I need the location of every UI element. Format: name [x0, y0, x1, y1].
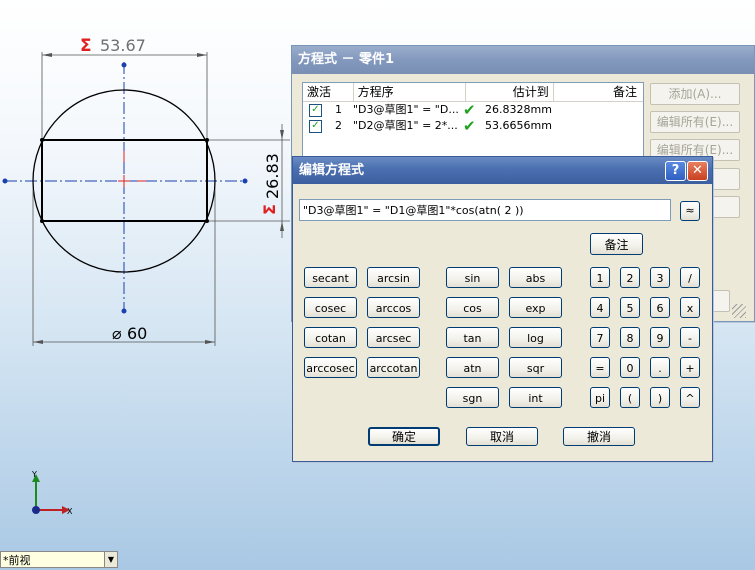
edit-equation-title: 编辑方程式 — [293, 157, 712, 184]
key-minus[interactable]: - — [680, 327, 700, 348]
key-open-paren[interactable]: ( — [620, 387, 640, 408]
view-name: *前视 — [3, 554, 31, 567]
col-notes[interactable]: 备注 — [554, 83, 643, 101]
int-button[interactable]: int — [509, 387, 562, 408]
row-equation: "D2@草图1" = 2*... — [353, 119, 458, 132]
collapse-button[interactable]: ≈ — [680, 201, 700, 221]
tan-button[interactable]: tan — [446, 327, 499, 348]
equations-dialog-title: 方程式 － 零件1 — [292, 46, 754, 74]
abs-button[interactable]: abs — [509, 267, 562, 288]
key-0[interactable]: 0 — [620, 357, 640, 378]
close-button[interactable]: ✕ — [687, 161, 708, 181]
arccosec-button[interactable]: arccosec — [304, 357, 357, 378]
atn-button[interactable]: atn — [446, 357, 499, 378]
sin-button[interactable]: sin — [446, 267, 499, 288]
edit-equation-dialog: 编辑方程式 ? ✕ "D3@草图1" = "D1@草图1"*cos(atn( 2… — [292, 156, 713, 462]
check-icon: ✔ — [463, 117, 476, 135]
x-axis-label: X — [67, 507, 73, 516]
key-dot[interactable]: . — [650, 357, 670, 378]
undo-button[interactable]: 撤消 — [563, 427, 635, 446]
note-button[interactable]: 备注 — [590, 233, 643, 255]
row-number: 1 — [335, 103, 342, 116]
key-close-paren[interactable]: ) — [650, 387, 670, 408]
key-power[interactable]: ^ — [680, 387, 700, 408]
add-button[interactable]: 添加(A)... — [650, 83, 740, 105]
table-row[interactable]: ✓ 2 "D2@草图1" = 2*... ✔ 53.6656mm — [303, 118, 643, 134]
col-equation[interactable]: 方程序 — [354, 83, 466, 101]
key-plus[interactable]: + — [680, 357, 700, 378]
check-icon: ✔ — [463, 101, 476, 119]
dim-top-value: 53.67 — [100, 36, 146, 55]
sgn-button[interactable]: sgn — [446, 387, 499, 408]
key-equals[interactable]: = — [590, 357, 610, 378]
key-3[interactable]: 3 — [650, 267, 670, 288]
sigma-top: Σ — [80, 36, 92, 56]
centerline-endpoint — [121, 62, 127, 68]
chevron-down-icon[interactable]: ▼ — [104, 552, 117, 567]
exp-button[interactable]: exp — [509, 297, 562, 318]
cotan-button[interactable]: cotan — [304, 327, 357, 348]
col-active[interactable]: 激活 — [303, 83, 354, 101]
key-1[interactable]: 1 — [590, 267, 610, 288]
diameter-symbol: ⌀ — [112, 324, 122, 343]
key-multiply[interactable]: x — [680, 297, 700, 318]
sketch-canvas[interactable]: Σ 53.67 26.83 Σ ⌀ 60 — [0, 0, 300, 360]
centerline-endpoint — [2, 178, 8, 184]
side-button[interactable] — [712, 196, 740, 218]
arcsec-button[interactable]: arcsec — [367, 327, 420, 348]
y-axis-label: Y — [31, 470, 37, 479]
dim-right-value: 26.83 — [263, 153, 282, 199]
equation-input[interactable]: "D3@草图1" = "D1@草图1"*cos(atn( 2 )) — [299, 199, 671, 221]
sigma-right: Σ — [260, 204, 279, 215]
row-number: 2 — [335, 119, 342, 132]
centerline-endpoint — [121, 308, 127, 314]
key-7[interactable]: 7 — [590, 327, 610, 348]
arccos-button[interactable]: arccos — [367, 297, 420, 318]
dim-bottom-value: 60 — [127, 324, 147, 343]
key-5[interactable]: 5 — [620, 297, 640, 318]
axis-triad: Y X — [31, 470, 73, 516]
key-6[interactable]: 6 — [650, 297, 670, 318]
ok-button[interactable]: 确定 — [368, 427, 440, 446]
active-checkbox[interactable]: ✓ — [309, 120, 322, 133]
resize-grip[interactable] — [732, 304, 746, 318]
key-pi[interactable]: pi — [590, 387, 610, 408]
arcsin-button[interactable]: arcsin — [367, 267, 420, 288]
active-checkbox[interactable]: ✓ — [309, 104, 322, 117]
cosec-button[interactable]: cosec — [304, 297, 357, 318]
cancel-button[interactable]: 取消 — [466, 427, 538, 446]
key-9[interactable]: 9 — [650, 327, 670, 348]
col-evaluated[interactable]: 估计到 — [466, 83, 554, 101]
view-orientation-dropdown[interactable]: *前视 ▼ — [0, 551, 118, 568]
help-button[interactable]: ? — [665, 161, 686, 181]
arccotan-button[interactable]: arccotan — [367, 357, 420, 378]
log-button[interactable]: log — [509, 327, 562, 348]
key-2[interactable]: 2 — [620, 267, 640, 288]
centerline-endpoint — [242, 178, 248, 184]
table-row[interactable]: ✓ 1 "D3@草图1" = "D... ✔ 26.8328mm — [303, 102, 643, 118]
key-divide[interactable]: / — [680, 267, 700, 288]
key-8[interactable]: 8 — [620, 327, 640, 348]
side-button[interactable] — [712, 290, 730, 312]
equations-list-header: 激活 方程序 估计到 备注 — [303, 83, 643, 102]
row-value: 26.8328mm — [485, 103, 552, 116]
row-equation: "D3@草图1" = "D... — [353, 103, 459, 116]
edit-all-button[interactable]: 编辑所有(E)... — [650, 111, 740, 133]
side-button[interactable] — [712, 168, 740, 190]
row-value: 53.6656mm — [485, 119, 552, 132]
cos-button[interactable]: cos — [446, 297, 499, 318]
sqr-button[interactable]: sqr — [509, 357, 562, 378]
secant-button[interactable]: secant — [304, 267, 357, 288]
key-4[interactable]: 4 — [590, 297, 610, 318]
